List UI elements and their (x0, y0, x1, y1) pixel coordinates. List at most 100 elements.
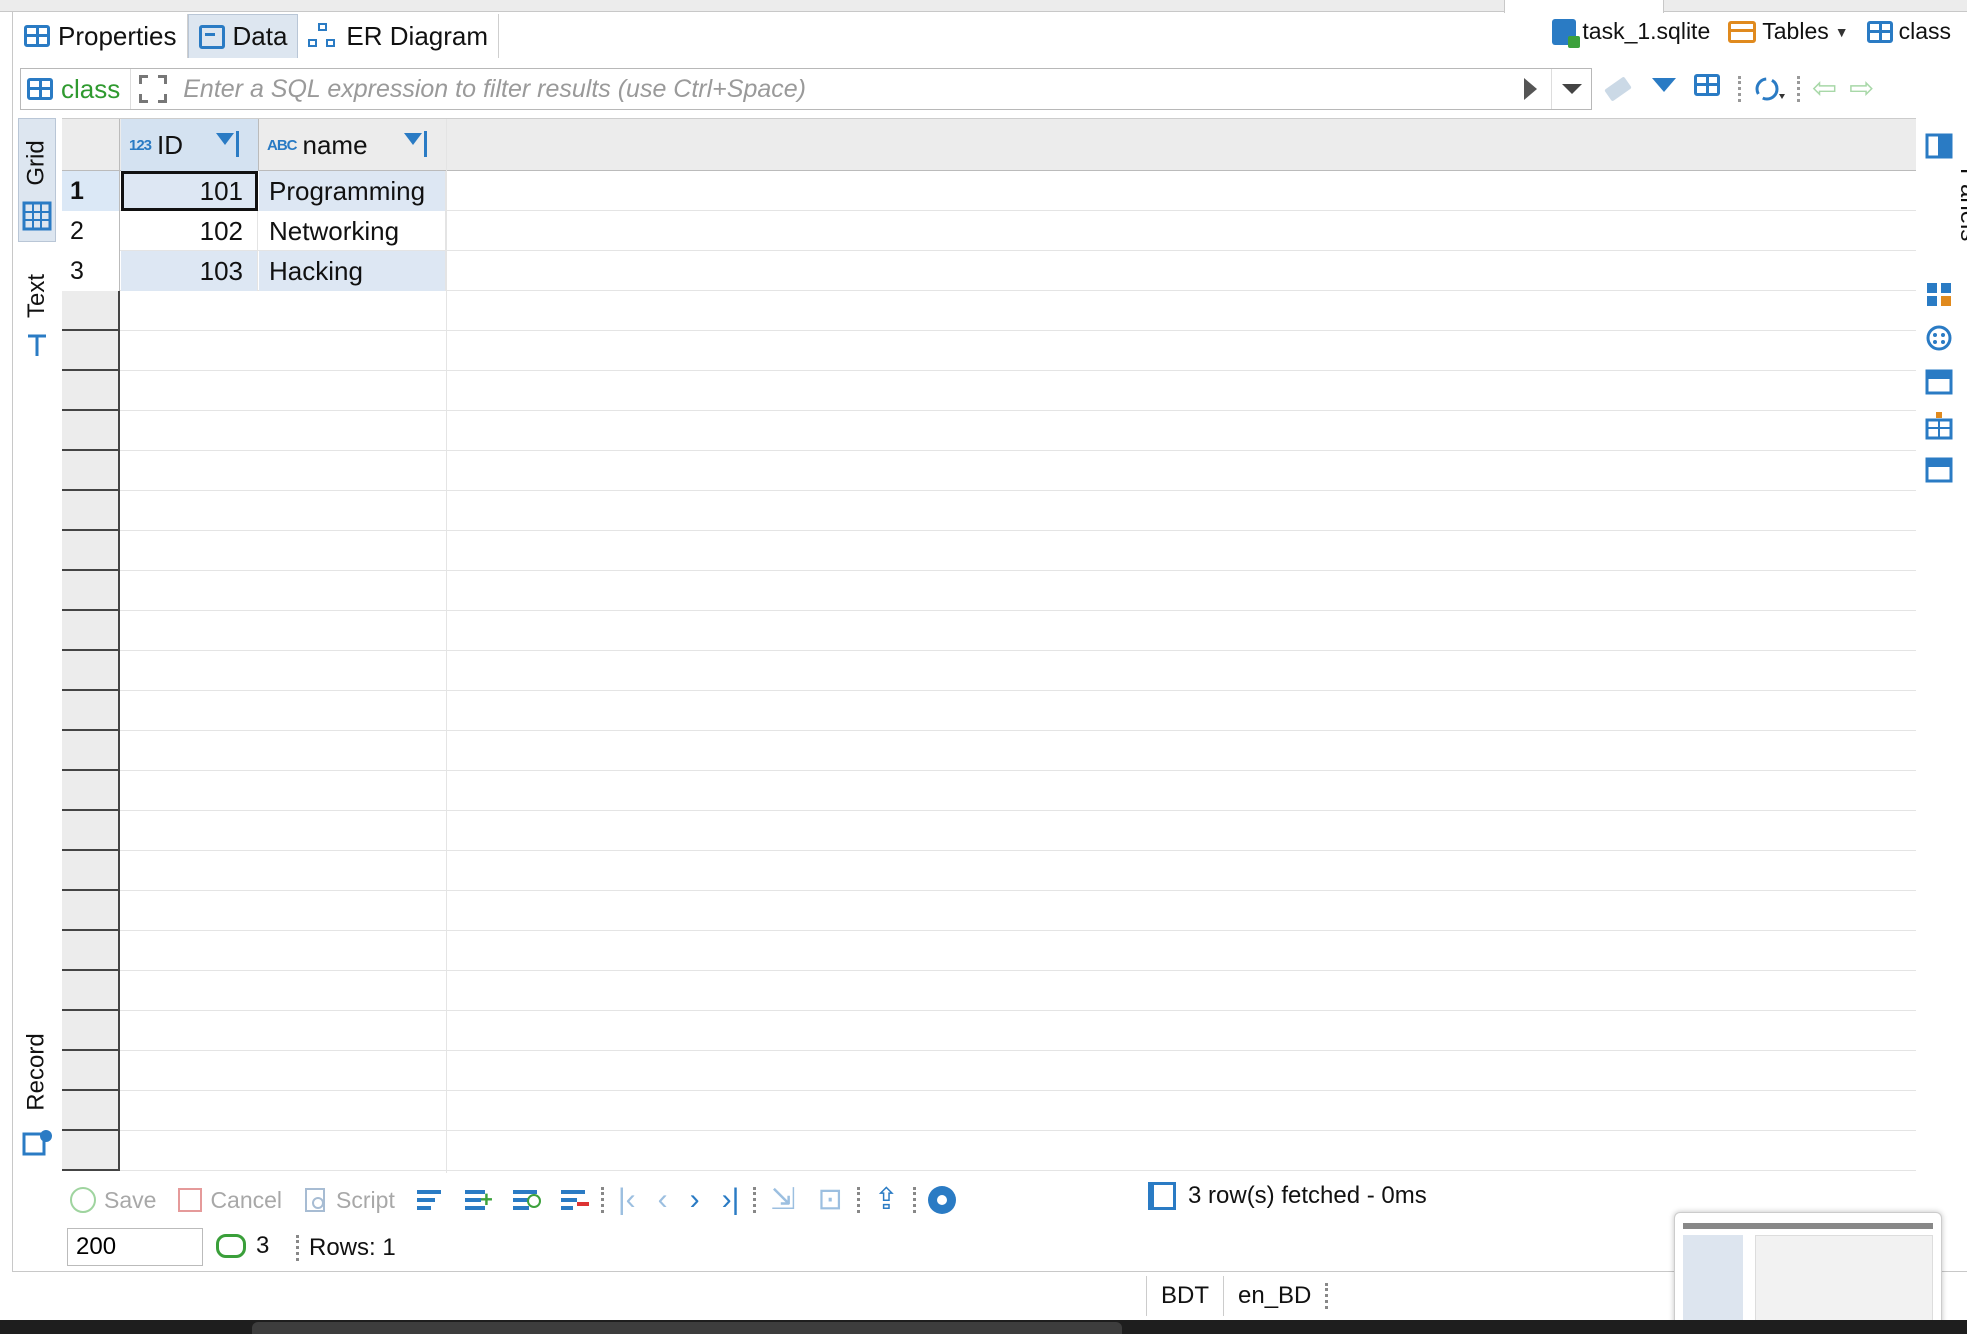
row-number (62, 851, 120, 891)
previous-page-icon[interactable]: ‹ (658, 1185, 668, 1215)
rows-selection-info: Rows: 1 (296, 1234, 396, 1262)
fetch-size-input[interactable] (67, 1228, 203, 1266)
delete-row-icon[interactable] (559, 1186, 589, 1214)
filter-entity[interactable]: class (21, 69, 132, 109)
column-header-name[interactable]: ABC name (259, 119, 447, 171)
tab-properties[interactable]: Properties (14, 14, 188, 58)
expand-editor-icon[interactable] (139, 75, 168, 103)
refresh-count: 3 (256, 1232, 270, 1259)
refresh-button[interactable]: 3 (216, 1232, 269, 1260)
value-viewer-icon[interactable] (1924, 280, 1954, 308)
copy-row-icon[interactable] (511, 1186, 541, 1214)
tab-text[interactable]: Text (18, 260, 56, 360)
row-number[interactable]: 2 (62, 211, 120, 251)
forward-arrow-icon[interactable]: ⇨ (1849, 74, 1874, 104)
row-number (62, 531, 120, 571)
cancel-button[interactable]: Cancel (170, 1187, 290, 1214)
apply-filter-icon[interactable] (1524, 78, 1537, 100)
script-button[interactable]: Script (296, 1187, 403, 1214)
cell-name[interactable]: Programming (259, 171, 446, 211)
back-arrow-icon[interactable]: ⇦ (1812, 74, 1837, 104)
breadcrumb-datasource[interactable]: task_1.sqlite (1552, 18, 1710, 48)
breadcrumb-folder[interactable]: Tables ▼ (1728, 18, 1849, 45)
empty-row (62, 971, 1916, 1011)
empty-row (62, 1051, 1916, 1091)
row-number (62, 1051, 120, 1091)
tab-grid[interactable]: Grid (18, 118, 56, 242)
row-number (62, 891, 120, 931)
clear-filter-button[interactable] (1604, 74, 1638, 104)
metadata-icon[interactable] (1924, 324, 1954, 352)
cell-name[interactable]: Hacking (259, 251, 446, 291)
gear-icon[interactable] (927, 1186, 956, 1214)
row-number (62, 611, 120, 651)
last-page-icon[interactable]: ›| (722, 1185, 740, 1215)
panels-icon[interactable] (1924, 132, 1954, 160)
tab-er-diagram[interactable]: ER Diagram (298, 14, 500, 58)
grouping-icon[interactable] (1924, 412, 1954, 440)
refresh-icon (216, 1234, 246, 1258)
save-filter-button[interactable] (1650, 74, 1682, 104)
sqlite-datasource-icon (1552, 18, 1581, 48)
string-type-icon: ABC (267, 136, 297, 154)
filter-sort-icon[interactable] (404, 131, 438, 159)
empty-row (62, 571, 1916, 611)
focus-icon[interactable]: ⊡ (818, 1185, 843, 1215)
filter-history-dropdown[interactable] (1551, 69, 1591, 109)
rows-selected-label: Rows: 1 (309, 1234, 396, 1261)
panels-label[interactable]: Panels (1954, 168, 1967, 241)
table-row[interactable]: 1 101 Programming (62, 171, 1916, 211)
navigate-reference-icon[interactable]: ⇲ (770, 1185, 795, 1215)
timezone-status: BDT (1146, 1276, 1223, 1316)
data-icon (198, 24, 225, 49)
funnel-icon (1652, 78, 1676, 92)
row-number (62, 691, 120, 731)
row-number[interactable]: 3 (62, 251, 120, 291)
row-number[interactable]: 1 (62, 171, 120, 211)
table-row[interactable]: 3 103 Hacking (62, 251, 1916, 291)
column-header-label: ID (157, 129, 184, 160)
tab-er-diagram-label: ER Diagram (346, 20, 489, 51)
separator (1738, 76, 1741, 102)
cell-id[interactable]: 101 (121, 171, 258, 211)
grid-corner[interactable] (62, 119, 120, 171)
next-page-icon[interactable]: › (690, 1185, 700, 1215)
add-row-icon[interactable]: + (463, 1186, 493, 1214)
tab-record[interactable]: Record (18, 1018, 56, 1158)
breadcrumb: task_1.sqlite Tables ▼ class (1552, 18, 1951, 48)
row-number (62, 371, 120, 411)
eraser-icon (1604, 76, 1632, 102)
tables-folder-icon (1728, 20, 1757, 43)
row-number (62, 771, 120, 811)
empty-row (62, 1091, 1916, 1131)
edit-cell-icon[interactable] (415, 1186, 445, 1214)
cell-name[interactable]: Networking (259, 211, 446, 251)
empty-row (62, 691, 1916, 731)
window-thumbnail[interactable] (1674, 1212, 1942, 1334)
export-icon[interactable]: ⇪ (874, 1185, 899, 1215)
empty-row (62, 811, 1916, 851)
empty-rows (62, 291, 1916, 1171)
filter-sort-icon[interactable] (216, 131, 250, 159)
separator (296, 1235, 299, 1261)
calc-grid-icon[interactable] (1924, 368, 1954, 396)
table-row[interactable]: 2 102 Networking (62, 211, 1916, 251)
filter-settings-button[interactable] (1694, 74, 1726, 104)
editor-tabs: Properties Data ER Diagram (14, 14, 500, 60)
column-header-id[interactable]: 123 ID (121, 119, 259, 171)
cell-id[interactable]: 102 (121, 211, 258, 251)
row-number (62, 291, 120, 331)
row-number (62, 491, 120, 531)
filter-input[interactable] (175, 74, 1510, 104)
references-icon[interactable] (1924, 456, 1954, 484)
filter-entity-label: class (61, 73, 121, 104)
first-page-icon[interactable]: |‹ (618, 1185, 636, 1215)
refresh-mode-button[interactable] (1753, 74, 1785, 104)
separator (912, 1187, 916, 1213)
cell-id[interactable]: 103 (121, 251, 258, 291)
save-button[interactable]: Save (62, 1187, 164, 1214)
separator (856, 1187, 860, 1213)
separator (1797, 76, 1800, 102)
tab-data[interactable]: Data (187, 14, 299, 58)
breadcrumb-entity[interactable]: class (1866, 18, 1951, 45)
